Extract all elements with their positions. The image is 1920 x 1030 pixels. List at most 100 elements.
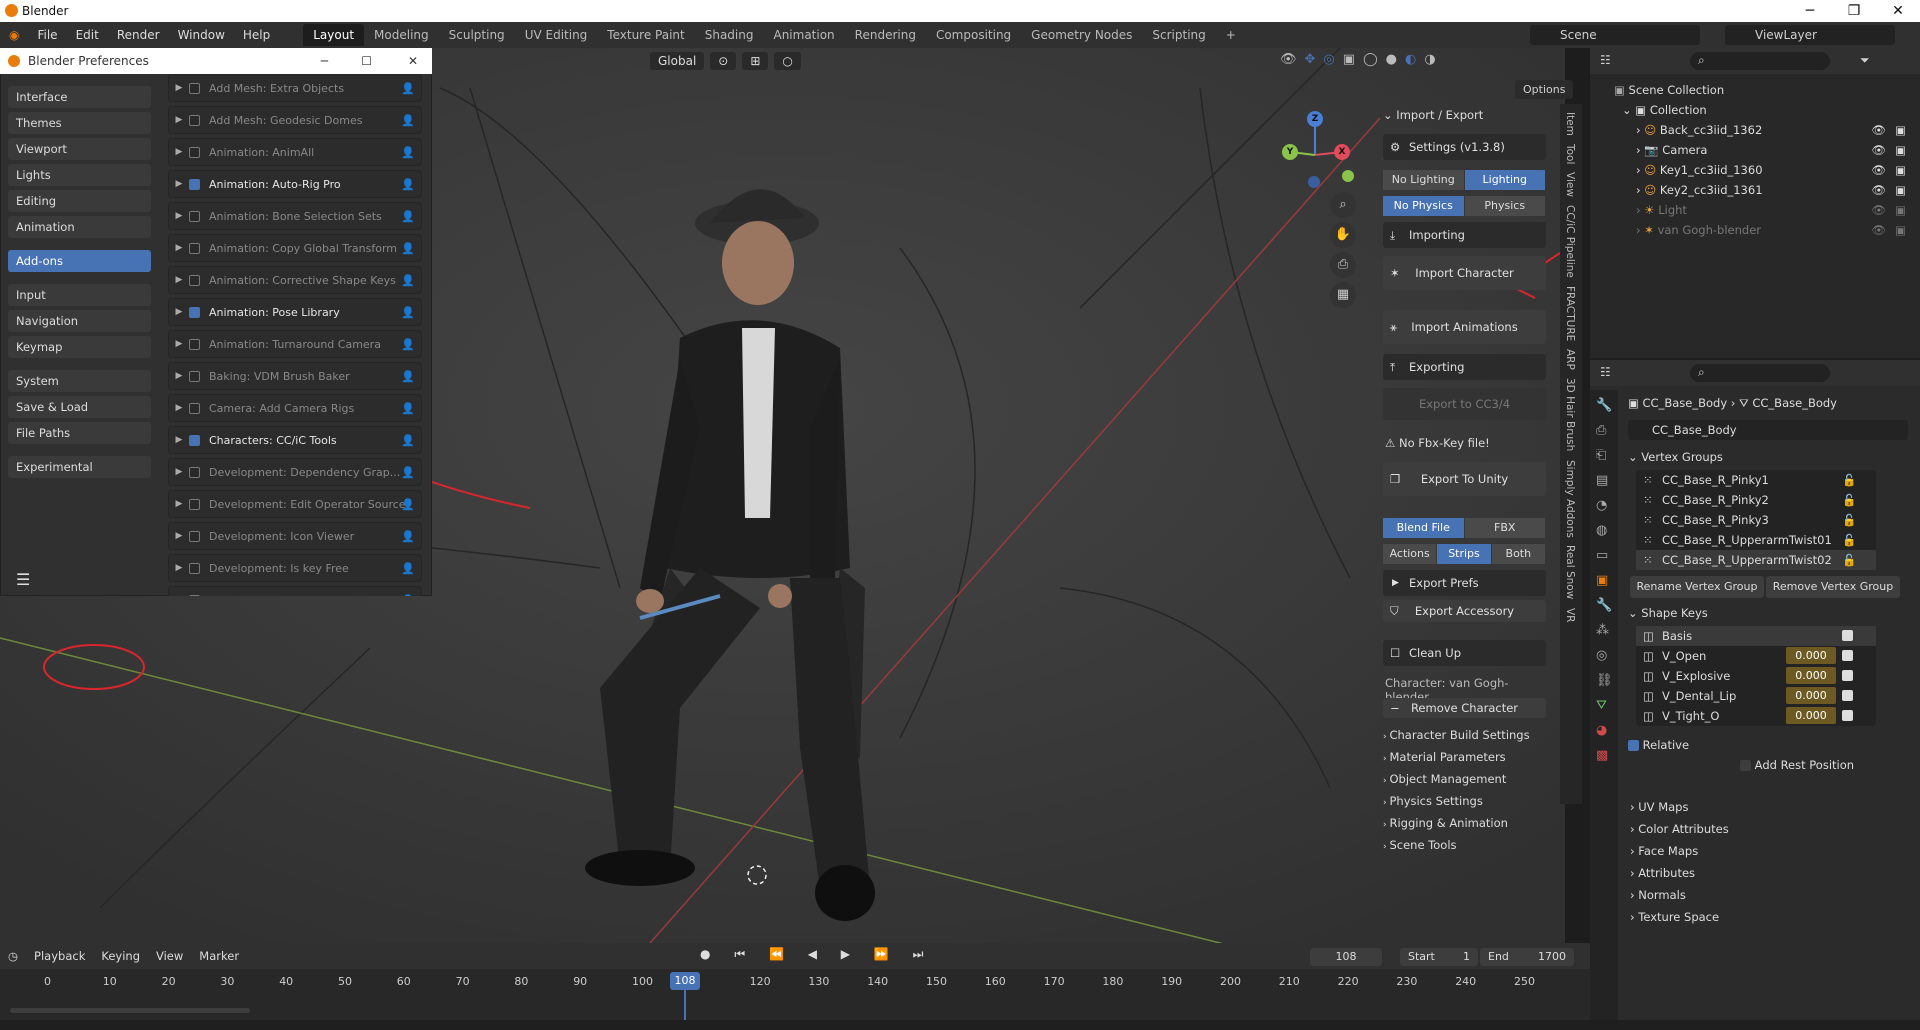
sidebar-tab[interactable]: 3D Hair Brush <box>1564 378 1576 451</box>
output-tab-icon[interactable]: ⎗ <box>1596 448 1612 463</box>
addon-row[interactable]: ▶ Animation: Pose Library 👤 <box>168 298 422 326</box>
property-section[interactable]: › Face Maps <box>1630 844 1698 858</box>
visibility-icon[interactable]: 👁 <box>1871 180 1886 200</box>
outliner-item[interactable]: › ✶ van Gogh-blender 👁 ▣ <box>1590 220 1920 240</box>
addon-row[interactable]: ▶ Add Mesh: Geodesic Domes 👤 <box>168 106 422 134</box>
playhead[interactable]: 108 <box>670 972 701 990</box>
tab-sculpting[interactable]: Sculpting <box>439 24 515 46</box>
modifier-tab-icon[interactable]: 🔧 <box>1596 598 1612 613</box>
proportional-edit-icon[interactable]: ○ <box>774 52 801 70</box>
nav-navigation[interactable]: Navigation <box>8 310 151 332</box>
constraints-tab-icon[interactable]: ⛓ <box>1596 673 1613 688</box>
npanel-section[interactable]: › Physics Settings <box>1383 794 1483 808</box>
view-layer-tab-icon[interactable]: ▤ <box>1596 473 1612 488</box>
npanel-section[interactable]: › Scene Tools <box>1383 838 1457 852</box>
addon-row[interactable]: ▶ Development: Is key Free 👤 <box>168 554 422 582</box>
camera-view-icon[interactable]: ⎙ <box>1330 252 1356 278</box>
sidebar-tab[interactable]: View <box>1564 172 1576 197</box>
addon-row[interactable]: ▶ Camera: Add Camera Rigs 👤 <box>168 394 422 422</box>
visibility-icon[interactable]: 👁 <box>1871 220 1886 240</box>
data-tab-icon[interactable]: ⛛ <box>1596 698 1612 713</box>
addon-checkbox[interactable] <box>189 562 200 574</box>
addon-row[interactable]: ▶ Animation: Auto-Rig Pro 👤 <box>168 170 422 198</box>
npanel-section[interactable]: › Character Build Settings <box>1383 728 1530 742</box>
lock-icon[interactable]: 🔓 <box>1842 490 1856 510</box>
shape-key-item[interactable]: ◫ V_Tight_O 0.000 <box>1636 706 1876 726</box>
mesh-name-field[interactable]: CC_Base_Body <box>1628 420 1908 440</box>
nav-system[interactable]: System <box>8 370 151 392</box>
addon-row[interactable]: ▶ Add Mesh: Extra Objects 👤 <box>168 74 422 102</box>
current-frame-field[interactable]: 108 <box>1310 948 1382 966</box>
nav-viewport[interactable]: Viewport <box>8 138 151 160</box>
expand-arrow-icon[interactable]: ▶ <box>169 499 189 509</box>
outliner-item[interactable]: › 📷 Camera 👁 ▣ <box>1590 140 1920 160</box>
no-physics-option[interactable]: No Physics <box>1383 196 1464 216</box>
sidebar-tab[interactable]: CC/iC Pipeline <box>1564 205 1576 278</box>
property-section[interactable]: › Normals <box>1630 888 1686 902</box>
nav-lights[interactable]: Lights <box>8 164 151 186</box>
exporting-row[interactable]: ⤒ Exporting <box>1383 354 1546 380</box>
texture-tab-icon[interactable]: ▩ <box>1596 748 1612 763</box>
export-prefs-row[interactable]: ▶ Export Prefs <box>1383 570 1546 596</box>
outliner-item[interactable]: › ☀ Light 👁 ▣ <box>1590 200 1920 220</box>
expand-arrow-icon[interactable]: ▶ <box>169 243 189 253</box>
tab-rendering[interactable]: Rendering <box>845 24 926 46</box>
addon-row[interactable]: ▶ Animation: Turnaround Camera 👤 <box>168 330 422 358</box>
addon-checkbox[interactable] <box>189 498 200 510</box>
lock-icon[interactable]: 🔓 <box>1842 530 1856 550</box>
playback-menu[interactable]: Playback <box>26 949 93 963</box>
physics-option[interactable]: Physics <box>1464 196 1545 216</box>
collection-tab-icon[interactable]: ▭ <box>1596 548 1612 563</box>
menu-edit[interactable]: Edit <box>67 28 108 42</box>
tool-tab-icon[interactable]: 🔧 <box>1596 398 1612 413</box>
tab-scripting[interactable]: Scripting <box>1142 24 1215 46</box>
add-workspace-button[interactable]: + <box>1216 24 1246 46</box>
menu-file[interactable]: File <box>28 28 66 42</box>
world-tab-icon[interactable]: ◍ <box>1596 523 1612 538</box>
addon-checkbox[interactable] <box>189 370 200 382</box>
shape-key-value[interactable]: 0.000 <box>1786 707 1836 724</box>
add-rest-position-checkbox[interactable]: Add Rest Position <box>1740 758 1854 772</box>
import-export-header[interactable]: ⌄ Import / Export <box>1383 108 1483 122</box>
pivot-point-icon[interactable]: ⊙ <box>710 52 737 70</box>
render-visibility-icon[interactable]: ▣ <box>1895 140 1906 160</box>
expand-arrow-icon[interactable]: ▶ <box>169 339 189 349</box>
strips-option[interactable]: Strips <box>1437 544 1491 564</box>
sidebar-tab[interactable]: Item <box>1564 112 1576 136</box>
visibility-icon[interactable]: 👁 <box>1871 160 1886 180</box>
outliner-item[interactable]: › ☺ Key1_cc3iid_1360 👁 ▣ <box>1590 160 1920 180</box>
view-menu[interactable]: View <box>148 949 191 963</box>
expand-arrow-icon[interactable]: ▶ <box>169 211 189 221</box>
addon-checkbox[interactable] <box>189 434 200 446</box>
sidebar-tab[interactable]: FRACTURE <box>1564 286 1576 341</box>
addon-row[interactable]: ▶ Baking: VDM Brush Baker 👤 <box>168 362 422 390</box>
addon-row[interactable]: ▶ Animation: Bone Selection Sets 👤 <box>168 202 422 230</box>
material-tab-icon[interactable]: ◕ <box>1596 723 1612 738</box>
shape-key-mute-checkbox[interactable] <box>1842 710 1853 721</box>
expand-arrow-icon[interactable]: ▶ <box>169 595 189 596</box>
minimize-button[interactable]: ─ <box>1788 0 1832 22</box>
shape-key-mute-checkbox[interactable] <box>1842 670 1853 681</box>
nav-animation[interactable]: Animation <box>8 216 151 238</box>
sidebar-tab[interactable]: ARP <box>1564 349 1576 370</box>
jump-start-icon[interactable]: ⏮ <box>734 947 755 961</box>
expand-arrow-icon[interactable]: ▶ <box>169 275 189 285</box>
rendered-shading-icon[interactable]: ◑ <box>1424 52 1435 67</box>
export-accessory-button[interactable]: ⛉ Export Accessory <box>1383 600 1546 622</box>
export-cc-button[interactable]: Export to CC3/4 <box>1383 388 1546 420</box>
addon-checkbox[interactable] <box>189 594 200 596</box>
viewlayer-selector[interactable]: ViewLayer <box>1725 25 1895 45</box>
filter-icon[interactable]: ⏷ <box>1860 53 1870 68</box>
vertex-group-item[interactable]: ⁙ CC_Base_R_Pinky3 🔓 <box>1636 510 1876 530</box>
relative-checkbox[interactable]: Relative <box>1628 738 1689 752</box>
expand-arrow-icon[interactable]: ▶ <box>169 371 189 381</box>
lock-icon[interactable]: 🔓 <box>1842 470 1856 490</box>
shape-key-mute-checkbox[interactable] <box>1842 630 1853 641</box>
nav-save-load[interactable]: Save & Load <box>8 396 151 418</box>
physics-tab-icon[interactable]: ◎ <box>1596 648 1612 663</box>
addon-row[interactable]: ▶ Development: Edit Operator Source 👤 <box>168 490 422 518</box>
import-animations-button[interactable]: ⚹ Import Animations <box>1383 310 1546 344</box>
addon-checkbox[interactable] <box>189 146 200 158</box>
play-reverse-icon[interactable]: ◀ <box>808 947 827 961</box>
next-key-icon[interactable]: ⏩ <box>874 947 899 961</box>
